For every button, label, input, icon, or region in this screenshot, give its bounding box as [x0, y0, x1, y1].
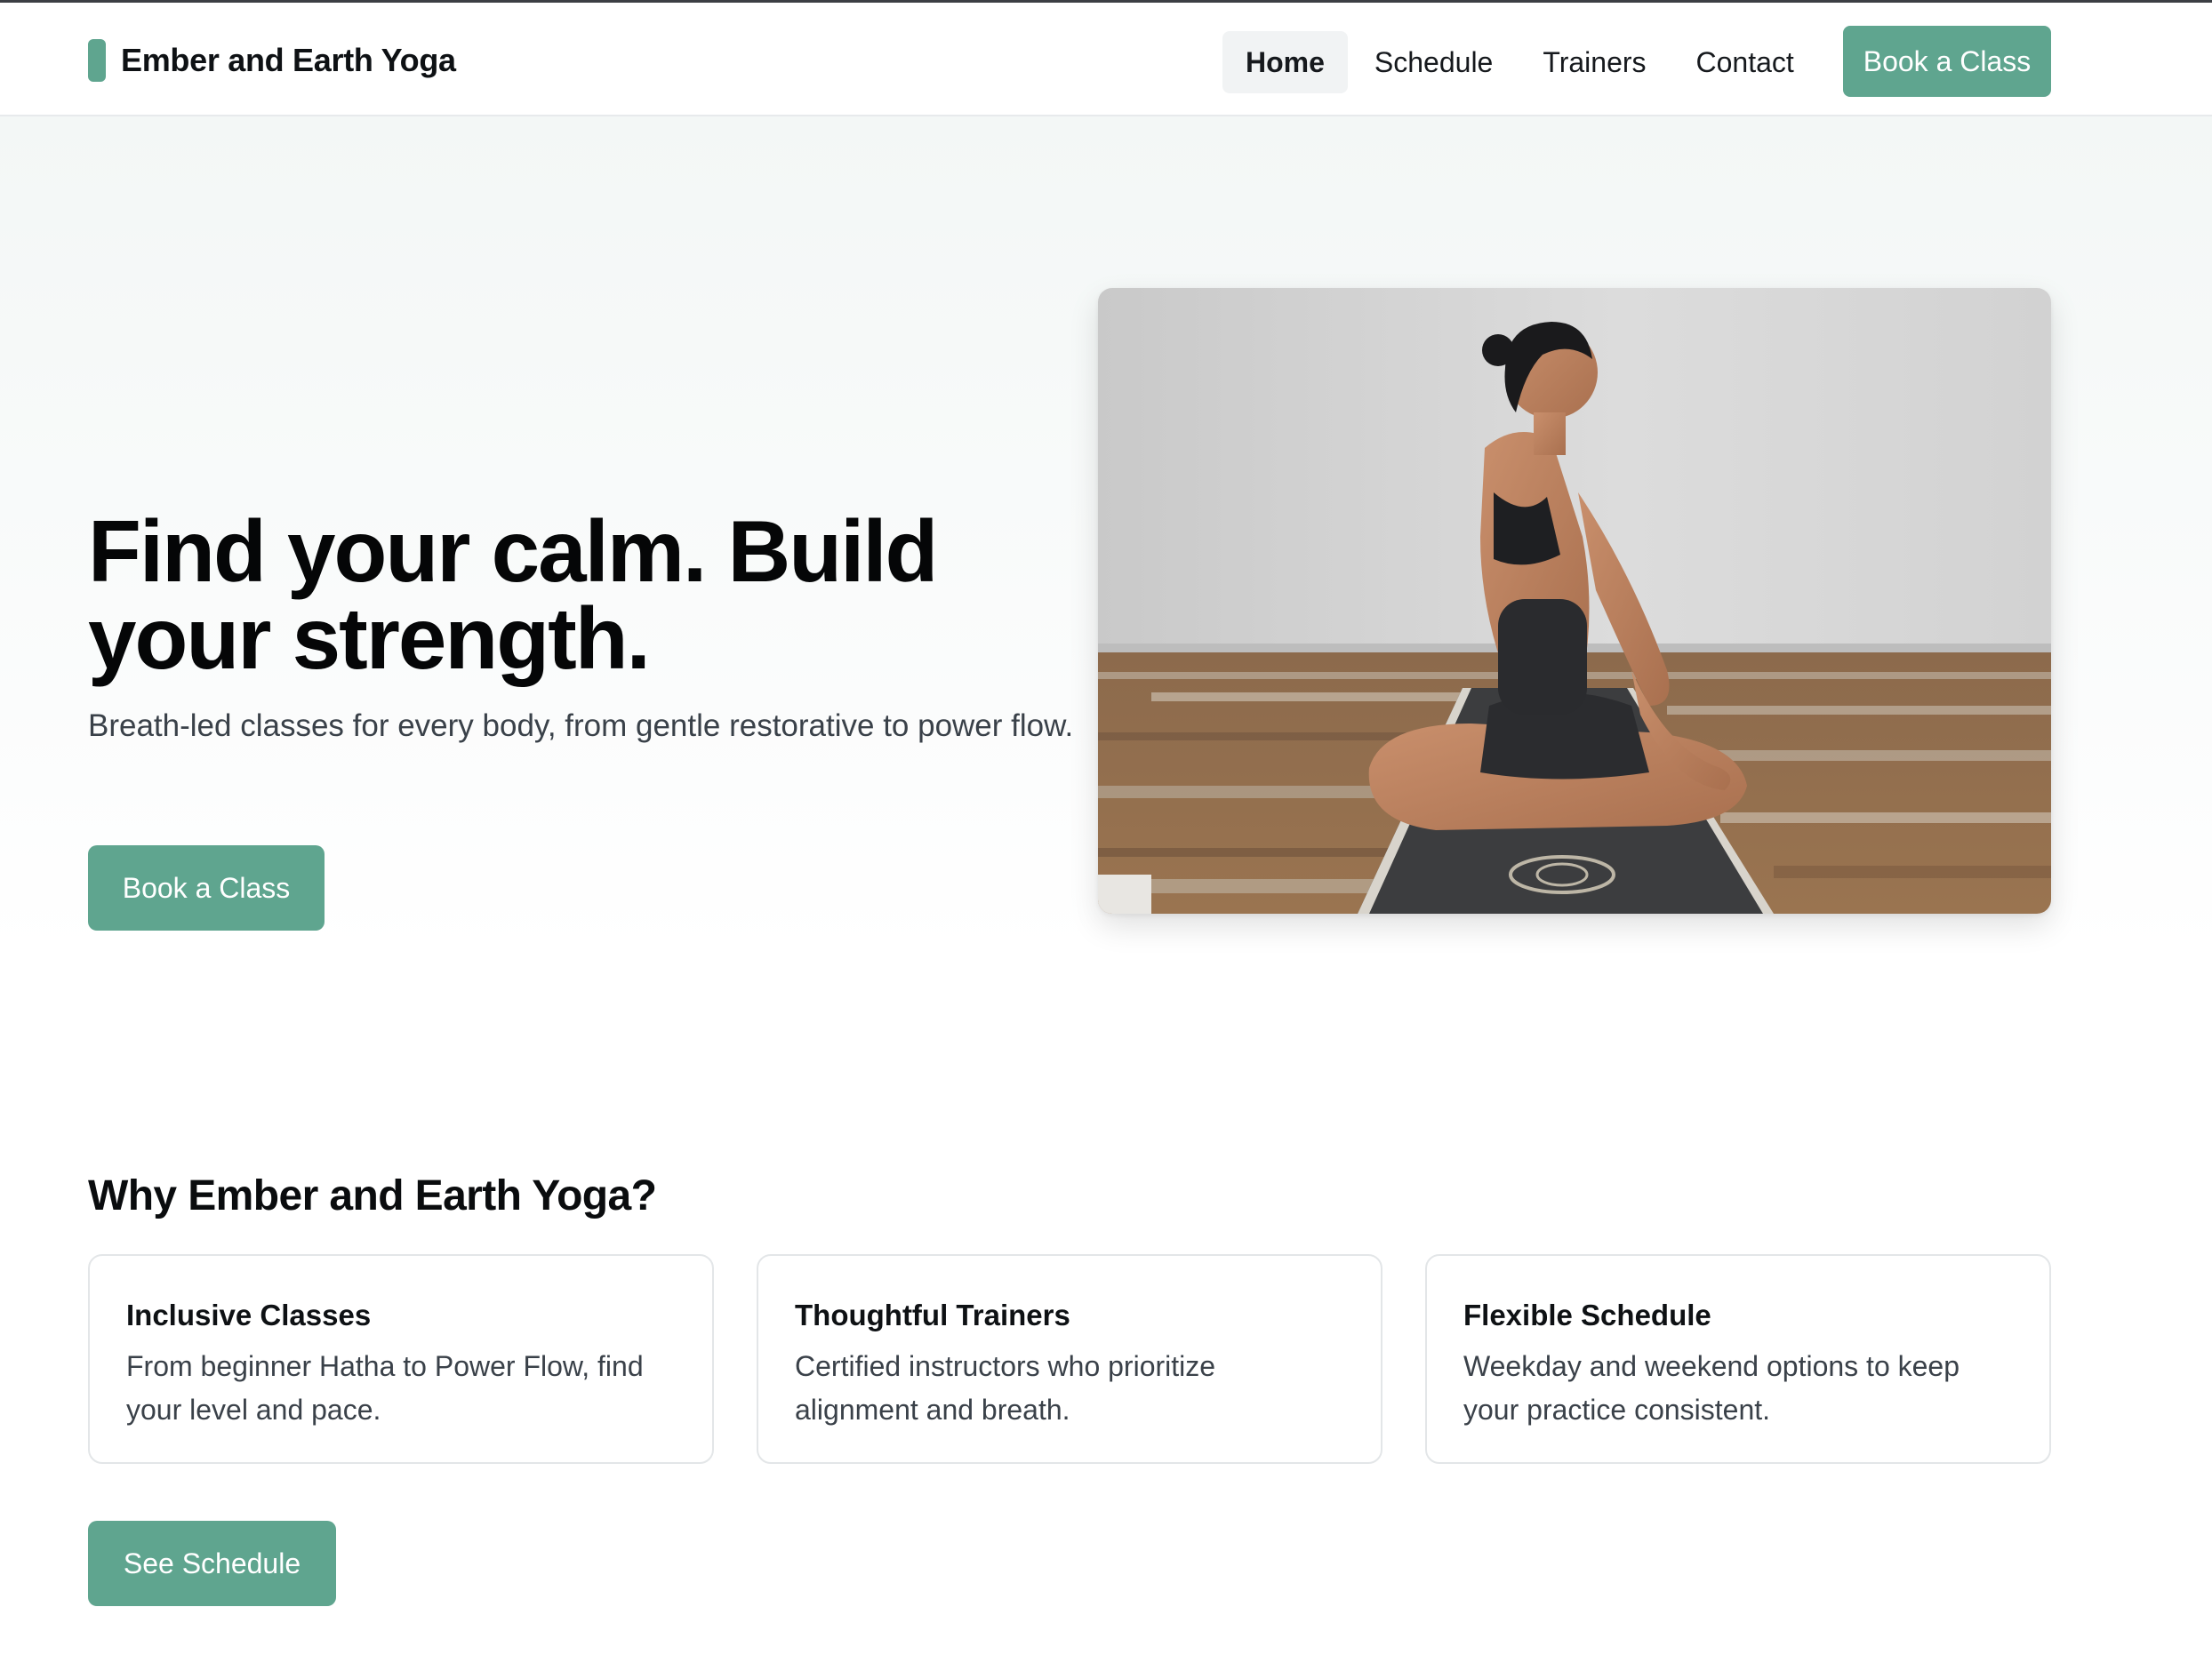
hero-image [1098, 288, 2051, 914]
feature-card-inclusive: Inclusive Classes From beginner Hatha to… [88, 1254, 714, 1464]
feature-card-title: Thoughtful Trainers [795, 1299, 1070, 1331]
header-book-class-button[interactable]: Book a Class [1843, 26, 2051, 97]
main-nav: Home Schedule Trainers Contact [1222, 28, 1821, 97]
brand-logo[interactable]: Ember and Earth Yoga [88, 38, 456, 83]
feature-card-body: Weekday and weekend options to keep your… [1463, 1350, 1960, 1426]
feature-card-schedule: Flexible Schedule Weekday and weekend op… [1425, 1254, 2051, 1464]
nav-item-trainers[interactable]: Trainers [1519, 31, 1669, 93]
nav-item-home[interactable]: Home [1222, 31, 1348, 93]
nav-item-contact[interactable]: Contact [1673, 31, 1817, 93]
feature-cards: Inclusive Classes From beginner Hatha to… [88, 1254, 2051, 1464]
features-title: Why Ember and Earth Yoga? [88, 1172, 657, 1219]
hero-title: Find your calm. Build your strength. [88, 502, 938, 687]
feature-card-title: Inclusive Classes [126, 1299, 372, 1331]
feature-card-body: From beginner Hatha to Power Flow, find … [126, 1350, 644, 1426]
see-schedule-button[interactable]: See Schedule [88, 1521, 336, 1606]
feature-card-trainers: Thoughtful Trainers Certified instructor… [757, 1254, 1382, 1464]
feature-card-title: Flexible Schedule [1463, 1299, 1711, 1331]
hero-book-class-button[interactable]: Book a Class [88, 845, 325, 931]
yoga-pose-illustration [1098, 288, 2051, 914]
nav-item-schedule[interactable]: Schedule [1351, 31, 1516, 93]
brand-mark-icon [88, 39, 106, 82]
brand-name: Ember and Earth Yoga [121, 42, 456, 78]
site-header: Ember and Earth Yoga Home Schedule Train… [0, 3, 2212, 116]
hero-subtitle: Breath-led classes for every body, from … [88, 708, 1074, 743]
feature-card-body: Certified instructors who prioritize ali… [795, 1350, 1216, 1426]
